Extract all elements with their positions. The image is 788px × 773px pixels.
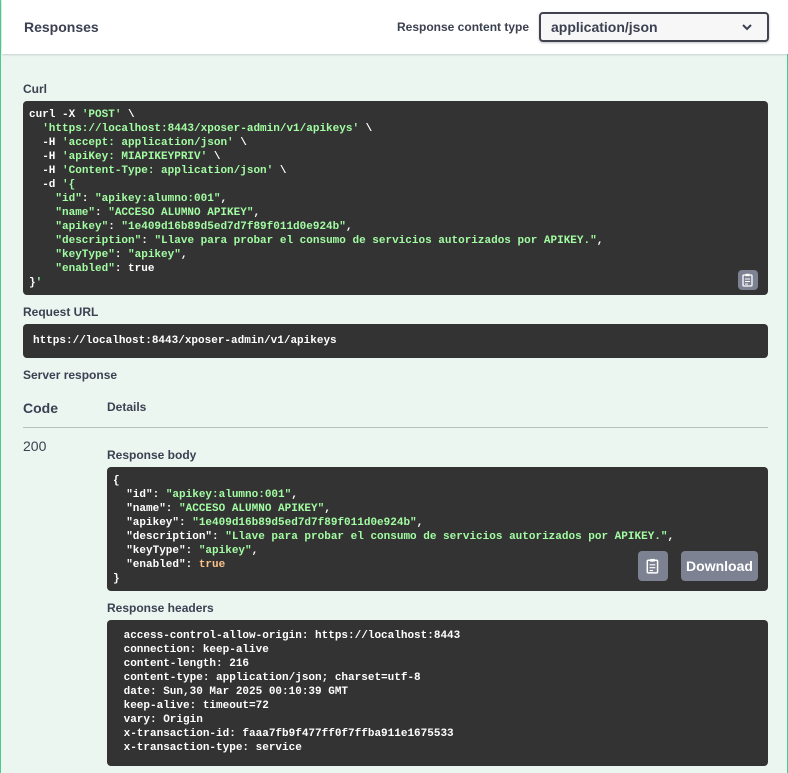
code-line: content-length: 216 [117,658,256,670]
response-status-code: 200 [23,438,47,454]
details-column-header: Details [107,400,147,414]
chevron-down-icon [742,24,752,31]
response-headers-label: Response headers [107,601,214,615]
server-response-label: Server response [23,368,118,382]
responses-title: Responses [24,19,99,35]
table-divider [23,427,768,428]
copy-curl-button[interactable] [738,270,758,290]
code-line: "keyType": "apikey", [55,249,188,261]
code-line: keep-alive: timeout=72 [117,700,276,712]
request-url-value[interactable]: https://localhost:8443/xposer-admin/v1/a… [23,324,768,358]
code-line: x-transaction-type: service [117,742,309,754]
code-line: "description": "Llave para probar el con… [55,235,604,247]
code-line: date: Sun,30 Mar 2025 00:10:39 GMT [117,686,355,698]
curl-lines: curl -X 'POST' \ 'https://localhost:8443… [29,108,762,290]
clipboard-copy-icon [742,273,753,287]
code-line: "id": "apikey:alumno:001", [55,193,228,205]
responses-header: Responses Response content type applicat… [2,0,788,54]
response-headers-lines: access-control-allow-origin: https://loc… [117,629,758,755]
response-content-type-select[interactable]: application/json [539,12,769,42]
code-line: "apikey": "1e409d16b89d5ed7d7f89f011d0e9… [113,517,424,529]
response-headers-block[interactable]: access-control-allow-origin: https://loc… [107,620,768,766]
code-line: x-transaction-id: faaa7fb9f477ff0f7ffba9… [117,728,461,740]
code-line: access-control-allow-origin: https://loc… [117,630,467,642]
request-url-label: Request URL [23,305,99,319]
code-line: "description": "Llave para probar el con… [113,531,675,543]
download-button[interactable]: Download [681,551,758,581]
code-line: "name": "ACCESO ALUMNO APIKEY", [55,207,261,219]
code-line: vary: Origin [117,714,210,726]
code-line: "enabled": true [55,263,155,275]
code-line: }' [29,277,43,289]
response-content-type-label: Response content type [397,20,530,34]
code-column-header: Code [23,400,58,416]
code-line: -H 'Content-Type: application/json' \ [29,165,287,177]
curl-code-block[interactable]: curl -X 'POST' \ 'https://localhost:8443… [23,101,768,295]
code-line: -H 'apiKey: MIAPIKEYPRIV' \ [29,151,221,163]
curl-label: Curl [23,82,47,96]
response-body-label: Response body [107,448,197,462]
code-line: -H 'accept: application/json' \ [29,137,247,149]
code-line: { [113,475,120,487]
copy-response-body-button[interactable] [638,551,668,581]
code-line: -d '{ [29,179,76,191]
response-body-block[interactable]: { "id": "apikey:alumno:001", "name": "AC… [107,467,768,591]
code-line: connection: keep-alive [117,644,276,656]
code-line: "name": "ACCESO ALUMNO APIKEY", [113,503,331,515]
responses-panel: Responses Response content type applicat… [0,0,788,773]
clipboard-copy-icon [646,558,659,574]
code-line: "id": "apikey:alumno:001", [113,489,298,501]
response-content-type-value: application/json [551,19,658,35]
code-line: "apikey": "1e409d16b89d5ed7d7f89f011d0e9… [55,221,353,233]
code-line: 'https://localhost:8443/xposer-admin/v1/… [42,123,373,135]
code-line: curl -X 'POST' \ [29,109,135,121]
code-line: content-type: application/json; charset=… [117,672,428,684]
